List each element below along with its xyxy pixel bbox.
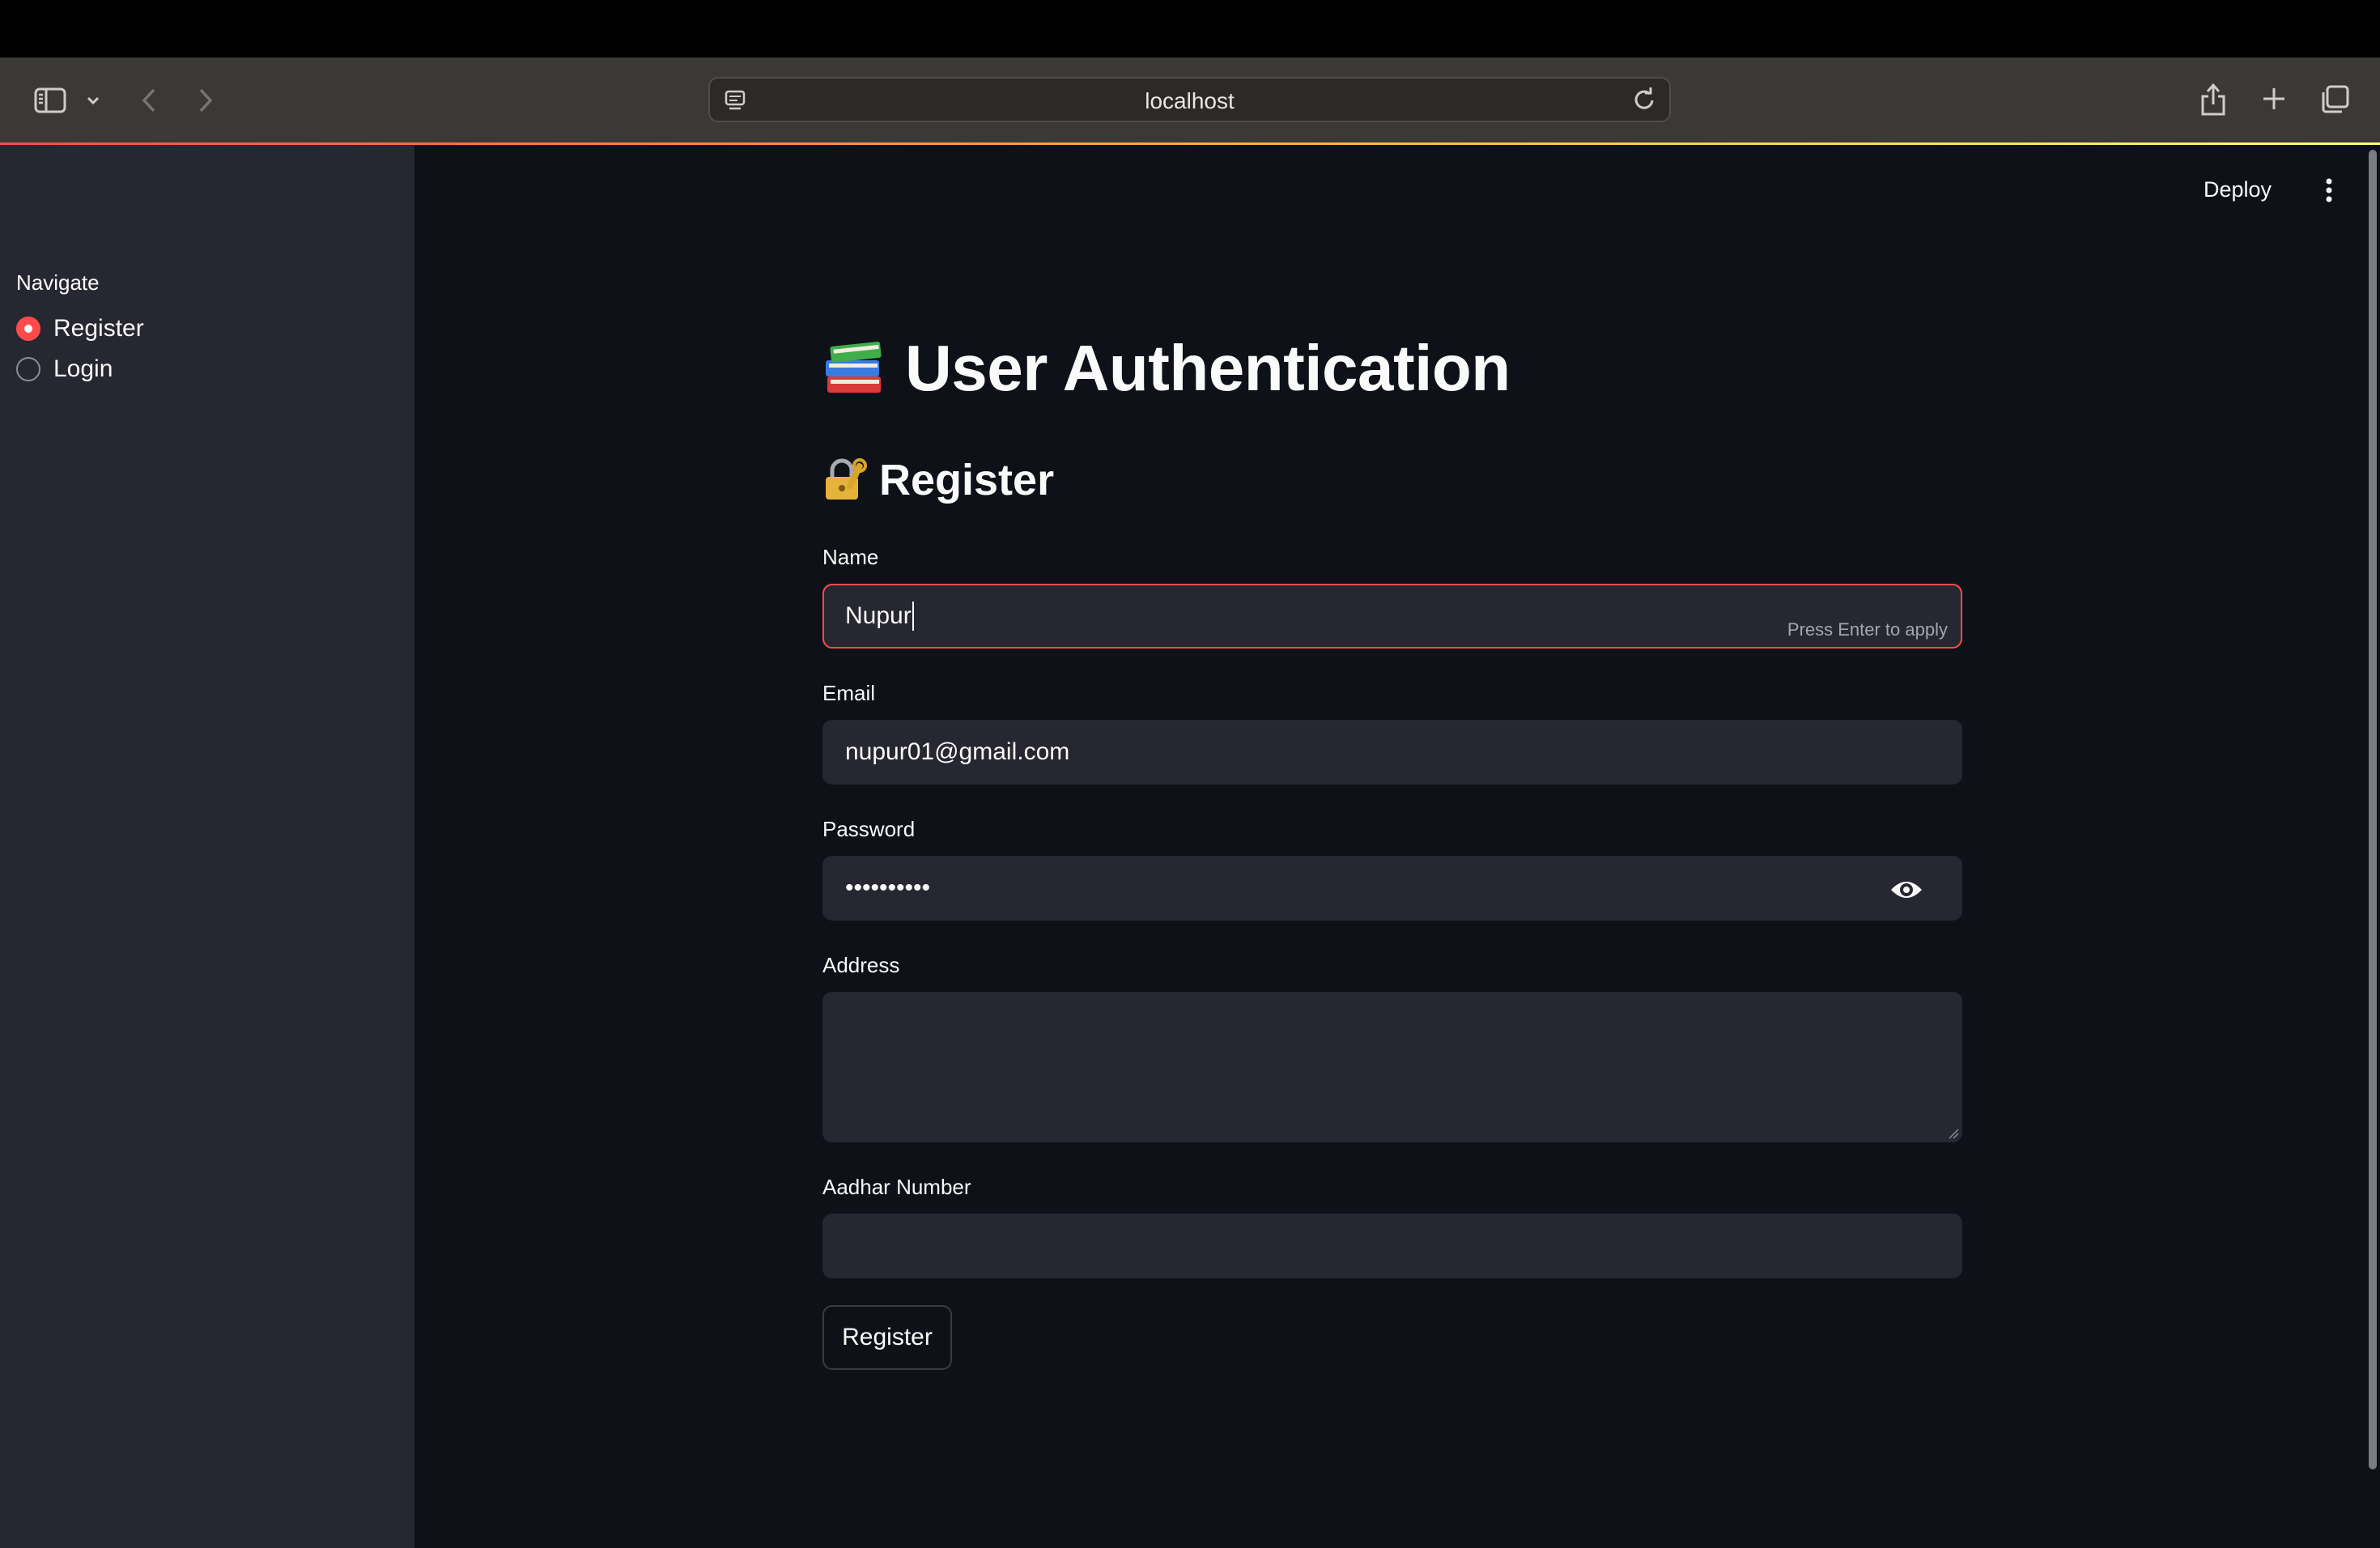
url-text: localhost — [1145, 88, 1235, 113]
register-submit-button[interactable]: Register — [822, 1305, 952, 1370]
password-label: Password — [822, 817, 916, 841]
password-input[interactable]: •••••••••• — [822, 856, 1962, 921]
page-title-text: User Authentication — [905, 332, 1511, 404]
name-input[interactable]: Nupur Press Enter to apply — [822, 584, 1962, 649]
lock-with-key-icon — [826, 458, 867, 500]
share-icon[interactable] — [2197, 80, 2229, 119]
text-cursor — [912, 602, 914, 631]
chevron-down-icon[interactable] — [81, 88, 105, 113]
sidebar-toggle-icon[interactable] — [31, 83, 70, 117]
address-textarea[interactable] — [822, 992, 1962, 1142]
tab-overview-icon[interactable] — [2317, 82, 2352, 117]
books-icon — [826, 342, 882, 393]
page-title: User Authentication — [822, 330, 1511, 407]
press-enter-hint: Press Enter to apply — [1787, 619, 1948, 640]
password-input-value: •••••••••• — [845, 874, 931, 901]
section-title-text: Register — [879, 456, 1055, 504]
radio-checked-icon[interactable] — [16, 317, 40, 341]
os-menu-bar — [0, 0, 2380, 57]
sidebar: Navigate Register Login — [0, 145, 414, 1548]
radio-label-login: Login — [53, 355, 113, 382]
browser-toolbar: localhost — [0, 57, 2380, 143]
radio-label-register: Register — [53, 315, 144, 342]
email-input-value: nupur01@gmail.com — [845, 738, 1070, 765]
back-icon[interactable] — [134, 83, 164, 117]
radio-option-login[interactable]: Login — [16, 355, 113, 383]
name-label: Name — [822, 545, 879, 569]
scrollbar[interactable] — [2369, 150, 2377, 1469]
show-password-eye-icon[interactable] — [1889, 875, 1923, 904]
address-bar[interactable]: localhost — [708, 77, 1671, 122]
resize-handle-icon[interactable] — [1948, 1128, 1959, 1139]
navigate-label: Navigate — [16, 270, 100, 295]
new-tab-icon[interactable] — [2257, 82, 2291, 116]
main-menu-icon[interactable] — [2315, 174, 2343, 206]
aadhar-label: Aadhar Number — [822, 1175, 971, 1199]
email-input[interactable]: nupur01@gmail.com — [822, 720, 1962, 785]
deploy-button[interactable]: Deploy — [2204, 177, 2272, 202]
radio-unchecked-icon[interactable] — [16, 357, 40, 381]
reload-icon[interactable] — [1630, 87, 1658, 114]
aadhar-input[interactable] — [822, 1214, 1962, 1278]
email-label: Email — [822, 681, 876, 705]
radio-option-register[interactable]: Register — [16, 315, 144, 342]
forward-icon[interactable] — [191, 83, 220, 117]
streamlit-app: Navigate Register Login Deploy User Auth… — [0, 145, 2380, 1548]
name-input-value: Nupur — [845, 602, 912, 629]
address-label: Address — [822, 953, 900, 977]
section-title: Register — [822, 455, 1054, 505]
